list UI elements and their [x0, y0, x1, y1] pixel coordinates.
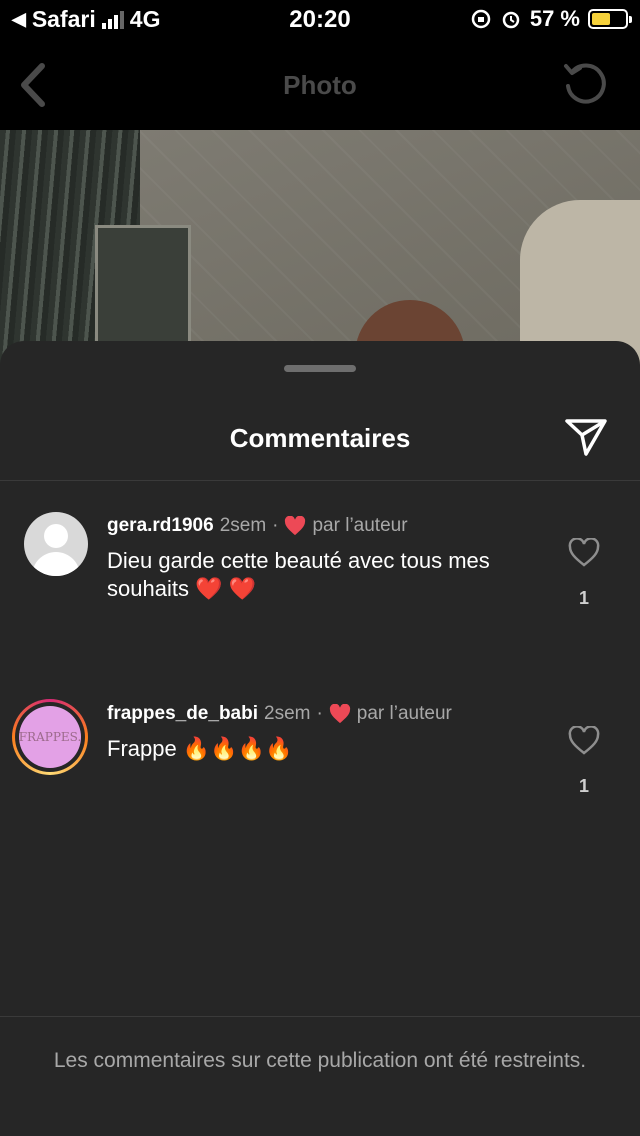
comment-meta: frappes_de_babi 2sem · par l’auteur — [107, 703, 452, 725]
like-count: 1 — [578, 588, 589, 608]
liked-by-author-label: par l’auteur — [356, 703, 452, 724]
liked-by-author-label: par l’auteur — [312, 515, 408, 536]
avatar[interactable] — [24, 512, 88, 576]
author-heart-icon — [329, 704, 350, 724]
battery-fill — [592, 13, 611, 25]
battery-icon — [588, 9, 632, 29]
comment-username[interactable]: gera.rd1906 — [107, 515, 214, 537]
paper-plane-icon[interactable] — [564, 415, 608, 457]
sheet-divider — [0, 480, 640, 481]
comments-sheet: Commentaires gera.rd1906 2sem · par l’au… — [0, 341, 640, 1136]
avatar-story-ring[interactable]: FRAPPES. — [12, 699, 88, 775]
alarm-icon — [502, 11, 520, 29]
heart-outline-icon[interactable] — [568, 538, 600, 568]
refresh-icon[interactable] — [560, 58, 610, 108]
footer-divider — [0, 1016, 640, 1017]
battery-percent: 57 % — [529, 6, 580, 31]
status-right: 57 % — [470, 6, 632, 32]
meta-separator: · — [272, 515, 279, 536]
comment-time: 2sem — [219, 515, 267, 536]
sheet-drag-handle[interactable] — [284, 365, 356, 372]
comments-restricted-notice: Les commentaires sur cette publication o… — [53, 1049, 587, 1072]
meta-separator: · — [316, 703, 323, 724]
comment-text: Frappe 🔥🔥🔥🔥 — [107, 736, 293, 761]
comment-time: 2sem — [264, 703, 311, 724]
author-heart-icon — [285, 516, 306, 536]
orientation-lock-icon — [471, 9, 491, 29]
comment-text: Dieu garde cette beauté avec tous mes so… — [107, 548, 490, 601]
avatar: FRAPPES. — [19, 706, 81, 768]
page-title: Photo — [283, 70, 357, 100]
status-bar: ◀ Safari 4G 20:20 57 % — [0, 0, 640, 42]
heart-outline-icon[interactable] — [568, 726, 600, 756]
like-count: 1 — [578, 776, 589, 796]
sheet-title: Commentaires — [229, 423, 411, 453]
comment-username[interactable]: frappes_de_babi — [107, 703, 258, 725]
nav-bar: Photo — [0, 42, 640, 130]
photo-window — [95, 225, 191, 351]
comment-meta: gera.rd1906 2sem · par l’auteur — [107, 515, 408, 537]
